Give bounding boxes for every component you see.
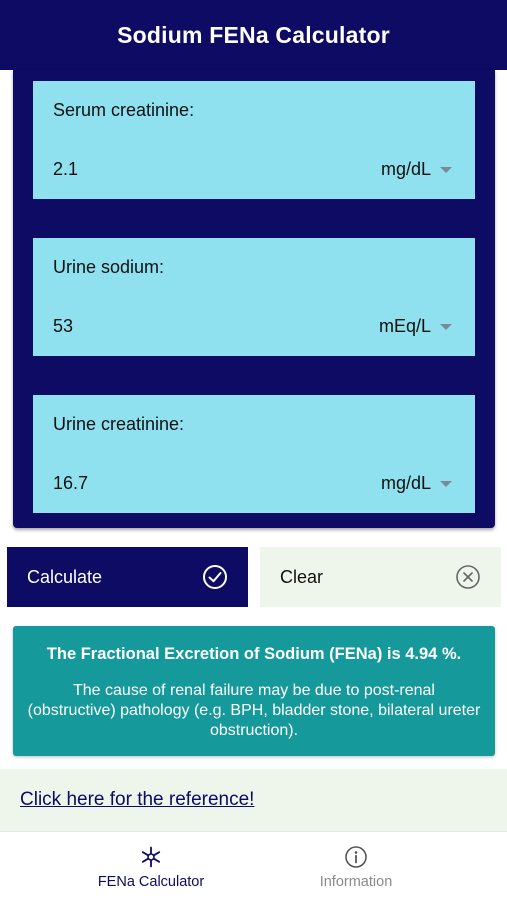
urine-sodium-field[interactable]: Urine sodium: 53 mEq/L [33,238,475,356]
urine-creatinine-field[interactable]: Urine creatinine: 16.7 mg/dL [33,395,475,513]
caret-down-icon[interactable] [440,481,452,487]
clear-label: Clear [280,566,324,587]
reference-link[interactable]: Click here for the reference! [20,789,254,811]
calculate-button[interactable]: Calculate [7,547,248,607]
tab-label: Information [319,874,393,890]
input-panel: Serum creatinine: 2.1 mg/dL Urine sodium… [13,70,495,528]
caret-down-icon[interactable] [440,167,452,173]
result-description: The cause of renal failure may be due to… [27,682,481,739]
field-label: Urine creatinine: [53,414,185,434]
clear-button[interactable]: Clear [260,547,501,607]
result-card: The Fractional Excretion of Sodium (FENa… [13,626,495,756]
serum-creatinine-field[interactable]: Serum creatinine: 2.1 mg/dL [33,81,475,199]
reference-bar: Click here for the reference! [0,769,507,831]
tab-label: FENa Calculator [97,874,205,890]
check-circle-icon [203,565,227,589]
unit-select[interactable]: mEq/L [379,316,431,337]
unit-select[interactable]: mg/dL [381,473,431,494]
tab-information[interactable]: Information [229,832,483,901]
close-circle-icon [456,565,480,589]
urine-sodium-input[interactable]: 53 [53,316,73,337]
field-label: Serum creatinine: [53,100,195,120]
unit-select[interactable]: mg/dL [381,159,431,180]
urine-creatinine-input[interactable]: 16.7 [53,473,88,494]
result-title: The Fractional Excretion of Sodium (FENa… [46,645,462,663]
page-title: Sodium FENa Calculator [117,21,390,48]
info-icon [345,846,367,868]
calculate-label: Calculate [27,566,103,587]
caret-down-icon[interactable] [440,324,452,330]
field-label: Urine sodium: [53,257,165,277]
bottom-tab-bar: FENa Calculator Information [0,831,507,901]
app-header: Sodium FENa Calculator [0,0,507,70]
serum-creatinine-input[interactable]: 2.1 [53,159,78,180]
asterisk-icon [141,846,161,868]
